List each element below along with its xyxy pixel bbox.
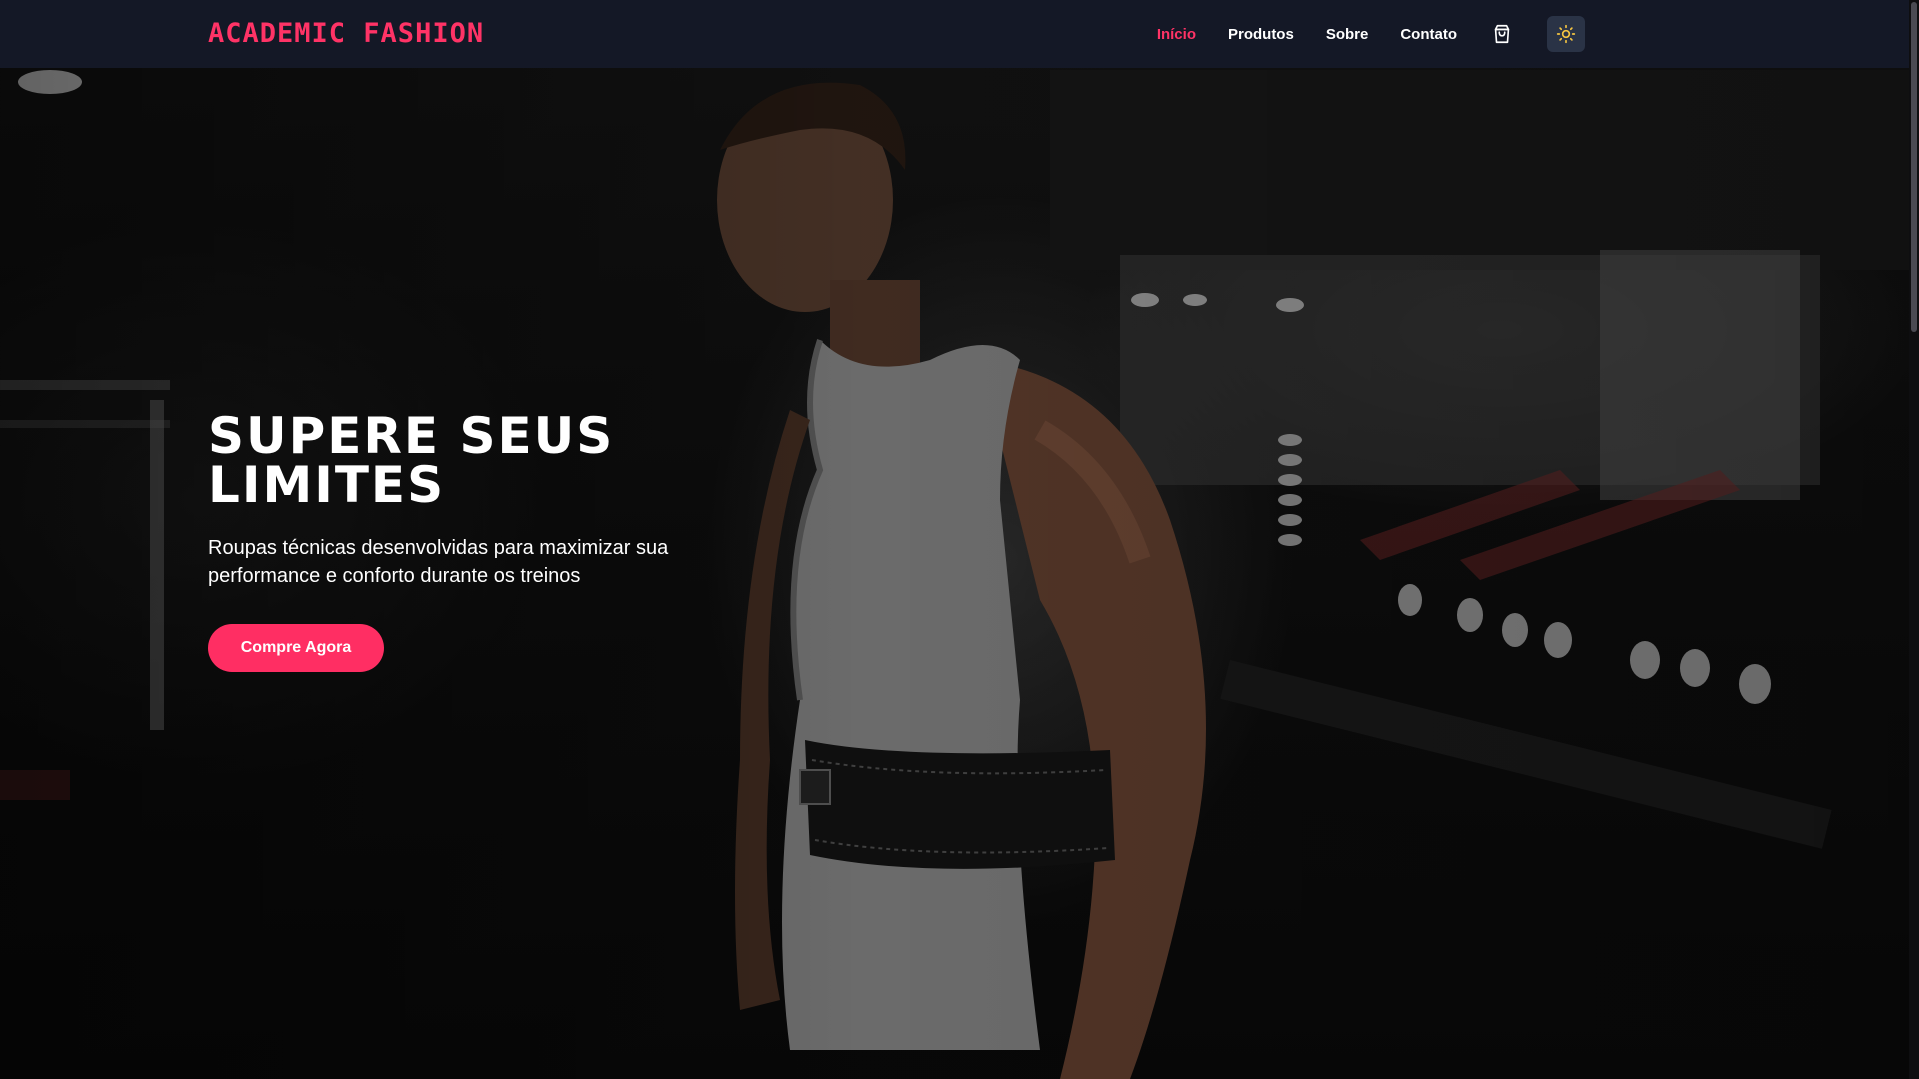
nav-link-produtos[interactable]: Produtos <box>1228 26 1294 43</box>
page: ACADEMIC FASHION Início Produtos Sobre C… <box>0 0 1919 1079</box>
nav-link-inicio[interactable]: Início <box>1157 26 1196 43</box>
brand-logo[interactable]: ACADEMIC FASHION <box>208 19 484 49</box>
cart-button[interactable] <box>1489 21 1515 47</box>
nav-link-contato[interactable]: Contato <box>1400 26 1457 43</box>
page-scrollbar[interactable] <box>1909 0 1919 1079</box>
navbar: ACADEMIC FASHION Início Produtos Sobre C… <box>0 0 1919 68</box>
shopping-bag-icon <box>1494 24 1510 44</box>
hero-title: SUPERE SEUS LIMITES <box>208 407 615 514</box>
scrollbar-thumb[interactable] <box>1911 2 1917 332</box>
nav-link-sobre[interactable]: Sobre <box>1326 26 1369 43</box>
sun-icon <box>1556 24 1576 44</box>
hero-subtitle: Roupas técnicas desenvolvidas para maxim… <box>208 537 669 587</box>
shop-now-button[interactable]: Compre Agora <box>208 624 384 672</box>
hero-content: SUPERE SEUS LIMITES Roupas técnicas dese… <box>208 407 768 672</box>
nav-links: Início Produtos Sobre Contato <box>1157 0 1585 68</box>
theme-toggle-button[interactable] <box>1547 16 1585 52</box>
